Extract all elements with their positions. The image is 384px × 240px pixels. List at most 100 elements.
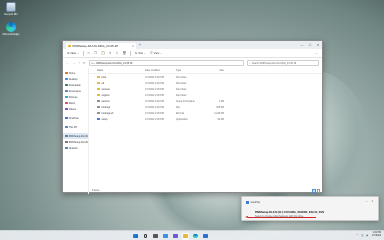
file-name-cell: sources bbox=[97, 88, 145, 91]
file-type: File folder bbox=[176, 93, 187, 97]
nav-item-icon bbox=[65, 101, 68, 105]
network-icon[interactable]: ◫ bbox=[361, 234, 363, 237]
toast-controls[interactable]: ⋯ ✕ bbox=[365, 200, 375, 203]
file-type: File folder bbox=[176, 75, 187, 79]
column-date[interactable]: Date modified bbox=[145, 69, 176, 72]
nav-item-icon bbox=[65, 116, 68, 120]
file-name: sources bbox=[101, 87, 110, 91]
edge-desktop-icon[interactable]: Microsoft Edge bbox=[2, 22, 20, 36]
address-row: ← → ↑ ↻ ▭ › RNDSetup-DL/UG-64bit_24.05.1… bbox=[63, 58, 322, 68]
explorer-taskbar-button[interactable] bbox=[182, 232, 189, 240]
search-icon bbox=[143, 234, 148, 238]
file-date: 1/7/2022 2:00 PM bbox=[145, 87, 164, 91]
file-type: File folder bbox=[176, 81, 187, 85]
nav-item-icon bbox=[65, 140, 68, 144]
file-row[interactable]: setup 1/7/2022 2:00 PM Application 94 KB bbox=[89, 116, 322, 122]
nav-item-label: Videos bbox=[68, 107, 77, 111]
sort-label: Sort bbox=[138, 51, 143, 55]
chat-button[interactable] bbox=[172, 233, 179, 240]
chevron-down-icon: ⌄ bbox=[160, 51, 163, 55]
plus-circle-icon: ⊕ bbox=[67, 51, 70, 55]
file-name: bootmgr bbox=[101, 105, 111, 109]
file-date: 1/7/2022 2:00 PM bbox=[145, 93, 164, 97]
file-explorer-window: RNDSetup-DL/UG-64bit_24.05.18 ✕ + — ☐ ✕ … bbox=[62, 40, 323, 194]
file-size: 405 KB bbox=[216, 105, 224, 109]
share-icon[interactable]: ⇪ bbox=[116, 51, 119, 55]
new-tab-icon[interactable]: + bbox=[139, 43, 141, 47]
file-name: setup bbox=[101, 117, 108, 121]
file-name-cell: boot bbox=[97, 76, 145, 79]
back-icon[interactable]: ← bbox=[66, 61, 69, 65]
delete-icon[interactable]: 🗑 bbox=[122, 51, 126, 55]
more-options-icon[interactable]: ⋯ bbox=[315, 51, 318, 55]
maximize-icon[interactable]: ☐ bbox=[306, 41, 314, 49]
nav-item-label: Desktop bbox=[68, 77, 78, 81]
clock[interactable]: 1:31 PM 1/7/2022 bbox=[372, 232, 381, 238]
nav-item-icon bbox=[65, 125, 68, 129]
close-window-icon[interactable]: ✕ bbox=[314, 41, 322, 49]
file-name-cell: bootmgr.efi bbox=[97, 112, 145, 115]
folder-icon bbox=[97, 81, 100, 85]
search-icon: ⌕ bbox=[249, 61, 251, 65]
search-taskbar-button[interactable] bbox=[142, 233, 149, 240]
cut-icon[interactable]: ✂ bbox=[87, 51, 90, 55]
file-name: efi bbox=[101, 81, 105, 85]
address-path: RNDSetup-DL/UG-64bit_24.05.18 bbox=[96, 61, 133, 65]
nav-item-icon bbox=[65, 107, 68, 111]
minimize-icon[interactable]: — bbox=[298, 41, 306, 49]
rename-icon[interactable]: ✎ bbox=[109, 51, 112, 55]
new-button[interactable]: ⊕ New ⌄ bbox=[67, 51, 79, 55]
nav-item-icon bbox=[65, 146, 68, 150]
search-box[interactable]: ⌕ Search RNDSetup-DL/UG-64bit_24.05.18 bbox=[247, 60, 319, 66]
view-label: View bbox=[153, 51, 160, 55]
volume-icon[interactable]: 🔊 bbox=[366, 234, 369, 237]
file-type: File bbox=[176, 105, 180, 109]
file-list: Name Date modified Type Size boot 1/7/202… bbox=[89, 68, 322, 194]
paste-icon[interactable]: 📋 bbox=[101, 51, 105, 55]
recycle-bin-icon[interactable]: Recycle Bin bbox=[2, 2, 20, 16]
edge-label: Microsoft Edge bbox=[2, 33, 20, 36]
tiles-view-icon[interactable] bbox=[316, 189, 320, 193]
task-view-button[interactable] bbox=[152, 233, 159, 240]
forward-icon[interactable]: → bbox=[72, 61, 75, 65]
details-view-icon[interactable] bbox=[312, 189, 316, 193]
address-bar[interactable]: ▭ › RNDSetup-DL/UG-64bit_24.05.18 bbox=[88, 60, 244, 66]
chevron-up-icon[interactable]: ⌃ bbox=[356, 234, 358, 237]
nav-item-icon bbox=[65, 89, 68, 93]
tab-title: RNDSetup-DL/UG-64bit_24.05.18 bbox=[72, 44, 118, 48]
file-date: 1/7/2022 2:00 PM bbox=[145, 99, 164, 103]
nav-item-label: Music bbox=[68, 101, 76, 105]
toast-title: RNDSetup-DL/UG (D:) CCCOMA_X64FRE_EN-US_… bbox=[255, 211, 324, 214]
file-date: 1/7/2022 2:00 PM bbox=[145, 111, 164, 115]
nav-item[interactable]: Network bbox=[63, 145, 88, 151]
column-type[interactable]: Type bbox=[176, 69, 202, 72]
up-icon[interactable]: ↑ bbox=[78, 61, 80, 65]
file-name-cell: support bbox=[97, 94, 145, 97]
edge-taskbar-button[interactable] bbox=[192, 233, 199, 240]
chevron-right-icon: › bbox=[94, 61, 96, 65]
file-name-cell: setup bbox=[97, 118, 145, 121]
file-name-cell: autorun bbox=[97, 100, 145, 103]
nav-item-label: RNDSetup-DL/UG bbox=[68, 140, 88, 144]
store-taskbar-button[interactable] bbox=[202, 233, 209, 240]
file-date: 1/7/2022 2:00 PM bbox=[145, 117, 164, 121]
start-button[interactable] bbox=[132, 233, 139, 240]
explorer-tab[interactable]: RNDSetup-DL/UG-64bit_24.05.18 ✕ bbox=[66, 43, 136, 49]
nav-item-label: This PC bbox=[68, 125, 78, 129]
widgets-button[interactable] bbox=[162, 233, 169, 240]
close-tab-icon[interactable]: ✕ bbox=[132, 45, 134, 48]
annotation-arrow-line bbox=[248, 217, 316, 218]
view-icon: ☰ bbox=[149, 51, 153, 55]
file-type: File folder bbox=[176, 87, 187, 91]
view-button[interactable]: ☰ View ⌄ bbox=[150, 51, 162, 55]
refresh-icon[interactable]: ↻ bbox=[83, 61, 86, 65]
sort-button[interactable]: ⇅ Sort ⌄ bbox=[135, 51, 146, 55]
nav-item-icon bbox=[65, 71, 68, 75]
copy-icon[interactable]: ❐ bbox=[94, 51, 97, 55]
column-size[interactable]: Size bbox=[202, 69, 224, 72]
chevron-down-icon: ⌄ bbox=[143, 51, 146, 55]
column-name[interactable]: Name bbox=[97, 69, 145, 72]
nav-item-label: RNDSetup-DL/UG bbox=[68, 134, 88, 138]
widgets-icon bbox=[163, 233, 168, 239]
nav-item-label: Downloads bbox=[68, 83, 81, 87]
